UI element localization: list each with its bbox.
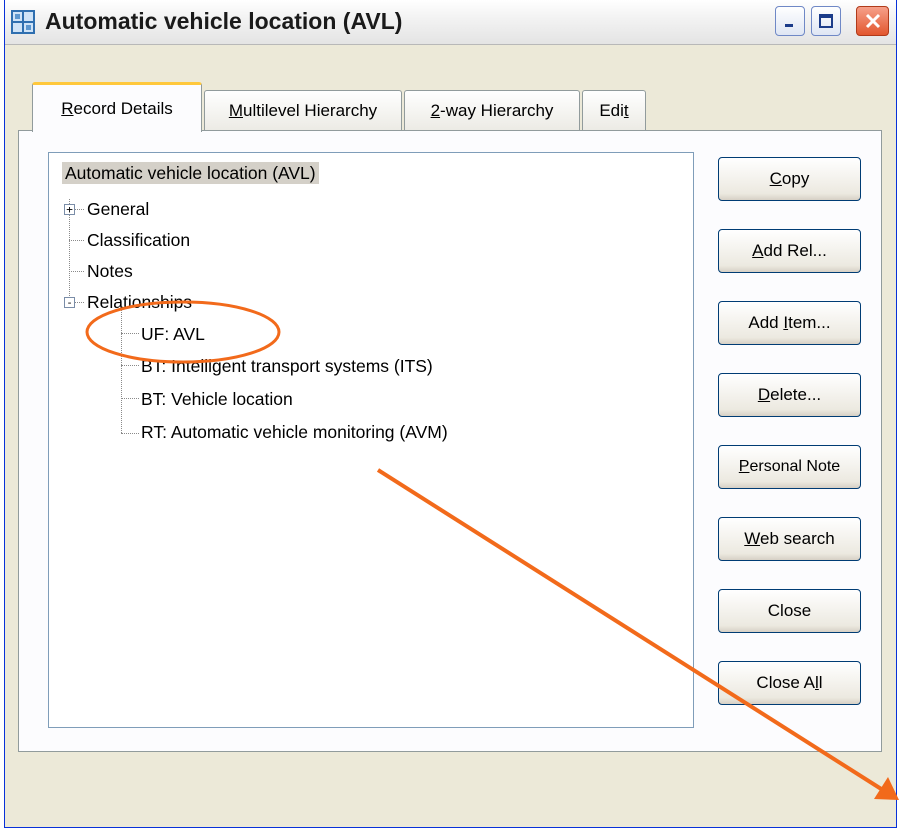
relationship-item[interactable]: UF: AVL xyxy=(141,323,205,345)
maximize-icon xyxy=(819,14,833,28)
tab-label: Record Details xyxy=(61,98,173,118)
tab-2-way-hierarchy[interactable]: 2-way Hierarchy xyxy=(404,90,580,130)
tree-item-notes[interactable]: Notes xyxy=(87,260,133,282)
button-label: Personal Note xyxy=(738,458,841,475)
tree-item-classification[interactable]: Classification xyxy=(87,229,190,251)
web-search-button[interactable]: Web search xyxy=(718,517,861,561)
maximize-button[interactable] xyxy=(811,6,841,36)
close-window-button[interactable] xyxy=(856,6,889,36)
button-label: Add Rel... xyxy=(752,241,827,260)
grid-app-icon xyxy=(11,10,35,34)
tree-connector xyxy=(121,433,139,434)
minimize-icon xyxy=(785,24,793,27)
window-title: Automatic vehicle location (AVL) xyxy=(45,8,403,34)
tab-multilevel-hierarchy[interactable]: Multilevel Hierarchy xyxy=(204,90,402,130)
copy-button[interactable]: Copy xyxy=(718,157,861,201)
expand-icon[interactable]: + xyxy=(64,204,75,215)
record-tree-view[interactable]: Automatic vehicle location (AVL) + Gener… xyxy=(48,152,694,728)
collapse-icon[interactable]: - xyxy=(64,297,75,308)
button-label: Web search xyxy=(744,529,835,548)
tree-connector xyxy=(69,271,84,272)
button-label: Close xyxy=(767,601,812,620)
title-bar[interactable]: Automatic vehicle location (AVL) xyxy=(5,0,896,45)
tab-label: 2-way Hierarchy xyxy=(430,100,554,120)
tab-label: Multilevel Hierarchy xyxy=(228,100,378,120)
tab-label: Edit xyxy=(599,100,629,120)
close-all-button[interactable]: Close All xyxy=(718,661,861,705)
tree-connector xyxy=(121,333,139,334)
button-label: Delete... xyxy=(757,385,822,404)
tab-record-details[interactable]: Record Details xyxy=(32,82,202,132)
tree-connector xyxy=(121,398,139,399)
relationship-item[interactable]: RT: Automatic vehicle monitoring (AVM) xyxy=(141,421,448,443)
minimize-button[interactable] xyxy=(775,6,805,36)
close-icon xyxy=(865,13,880,29)
tree-connector xyxy=(69,240,84,241)
button-label: Copy xyxy=(769,169,810,188)
tree-item-relationships[interactable]: Relationships xyxy=(87,291,192,313)
relationship-item[interactable]: BT: Intelligent transport systems (ITS) xyxy=(141,355,433,377)
add-rel-button[interactable]: Add Rel... xyxy=(718,229,861,273)
tab-edit[interactable]: Edit xyxy=(582,90,646,130)
button-label: Add Item... xyxy=(748,313,831,332)
tree-root-node[interactable]: Automatic vehicle location (AVL) xyxy=(62,162,319,184)
delete-button[interactable]: Delete... xyxy=(718,373,861,417)
relationship-item[interactable]: BT: Vehicle location xyxy=(141,388,293,410)
button-label: Close All xyxy=(756,673,823,692)
close-button[interactable]: Close xyxy=(718,589,861,633)
tree-connector xyxy=(121,309,122,433)
tree-connector xyxy=(121,365,139,366)
personal-note-button[interactable]: Personal Note xyxy=(718,445,861,489)
tree-item-general[interactable]: General xyxy=(87,198,149,220)
add-item-button[interactable]: Add Item... xyxy=(718,301,861,345)
